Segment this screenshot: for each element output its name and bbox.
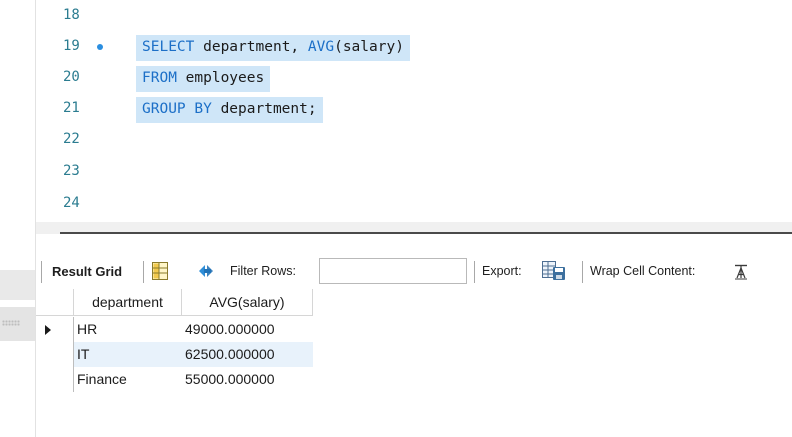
grid-form-icon[interactable] <box>152 262 168 285</box>
code-line[interactable]: 23 <box>36 156 792 187</box>
result-toolbar: Result Grid Filter Rows: Export: Wrap Ce… <box>36 256 792 286</box>
table-cell[interactable]: HR <box>74 317 182 342</box>
filter-rows-label: Filter Rows: <box>230 264 296 278</box>
current-row-arrow-icon <box>45 325 51 335</box>
line-number: 22 <box>63 131 80 147</box>
column-header-department[interactable]: department <box>74 289 182 316</box>
left-panel-tab[interactable] <box>0 270 36 300</box>
toolbar-separator <box>41 261 42 283</box>
line-number: 24 <box>63 195 80 211</box>
wrap-cell-content-label: Wrap Cell Content: <box>590 264 696 278</box>
code-text[interactable]: FROM employees <box>136 66 271 92</box>
code-line[interactable]: 21 GROUP BY department; <box>36 93 792 124</box>
result-grid-tab[interactable]: Result Grid <box>52 264 122 279</box>
code-text[interactable]: SELECT department, AVG(salary) <box>136 35 410 61</box>
code-text[interactable]: GROUP BY department; <box>136 97 323 123</box>
line-number: 20 <box>63 69 80 85</box>
line-number: 18 <box>63 7 80 23</box>
table-cell[interactable]: Finance <box>74 367 182 392</box>
row-header-corner[interactable] <box>36 289 74 316</box>
line-number: 19 <box>63 38 80 54</box>
table-cell[interactable]: 62500.000000 <box>182 342 313 367</box>
row-indicator[interactable] <box>36 317 74 342</box>
filter-rows-input[interactable] <box>319 258 467 284</box>
resize-grip-icon[interactable] <box>2 320 20 326</box>
line-number: 21 <box>63 100 80 116</box>
export-label: Export: <box>482 264 522 278</box>
toolbar-separator <box>143 261 144 283</box>
wrap-text-icon[interactable] <box>733 264 751 285</box>
row-indicator[interactable] <box>36 367 74 392</box>
code-line[interactable]: 22 <box>36 124 792 155</box>
refresh-arrows-icon[interactable] <box>196 262 216 285</box>
table-cell[interactable]: 49000.000000 <box>182 317 313 342</box>
line-number: 23 <box>63 163 80 179</box>
row-indicator[interactable] <box>36 342 74 367</box>
table-cell[interactable]: IT <box>74 342 182 367</box>
export-icon[interactable] <box>542 261 566 286</box>
toolbar-separator <box>582 261 583 283</box>
code-line[interactable]: 20 FROM employees <box>36 62 792 93</box>
table-cell[interactable]: 55000.000000 <box>182 367 313 392</box>
code-line[interactable]: 18 <box>36 0 792 31</box>
column-header-avg-salary[interactable]: AVG(salary) <box>182 289 313 316</box>
result-panel: Result Grid Filter Rows: Export: Wrap Ce… <box>36 234 792 437</box>
code-line[interactable]: 19 SELECT department, AVG(salary) <box>36 31 792 62</box>
toolbar-separator <box>474 261 475 283</box>
code-line[interactable]: 24 <box>36 188 792 219</box>
statement-marker-icon[interactable] <box>97 44 103 50</box>
left-panel-strip <box>0 0 36 437</box>
sql-editor[interactable]: 18 19 SELECT department, AVG(salary) 20 … <box>36 0 792 222</box>
